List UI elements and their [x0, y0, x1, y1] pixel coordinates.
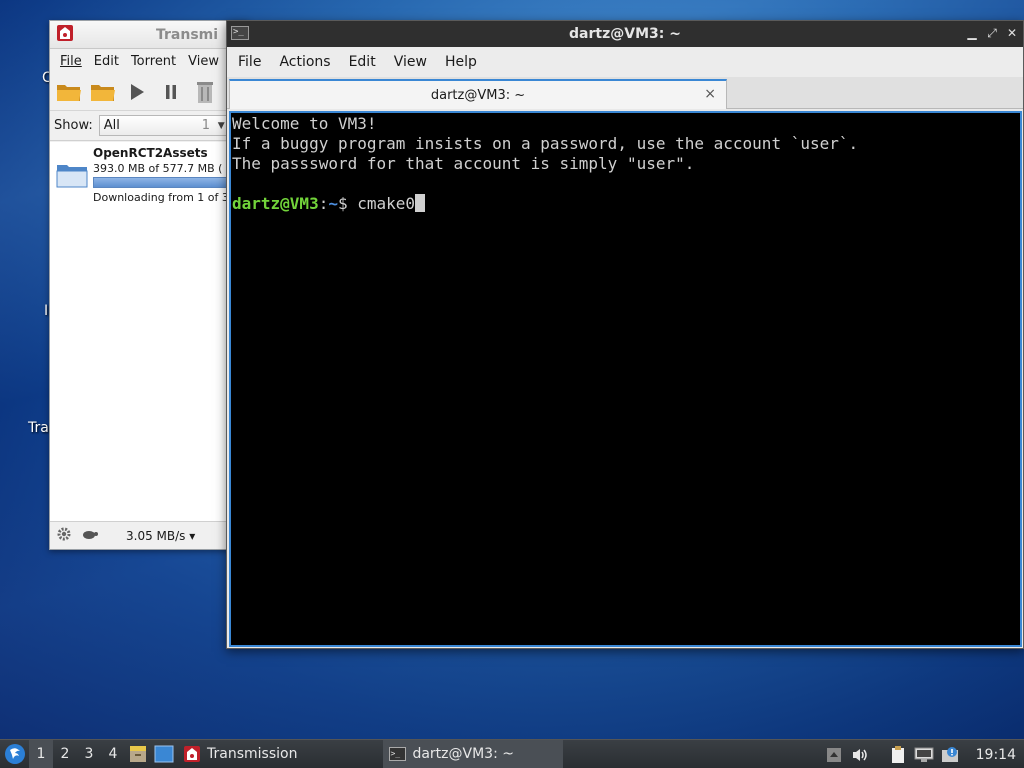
gear-icon[interactable] — [56, 526, 72, 545]
pause-button[interactable] — [158, 79, 184, 105]
update-notifier-icon[interactable] — [940, 745, 960, 765]
prompt-user-host: dartz@VM3 — [232, 194, 319, 213]
maximize-icon[interactable]: ⤢ — [985, 26, 999, 41]
transmission-app-icon — [56, 24, 74, 46]
output-line: The passsword for that account is simply… — [232, 154, 695, 173]
menu-file[interactable]: File — [229, 54, 270, 70]
tab-label: dartz@VM3: ~ — [430, 87, 526, 103]
torrent-size: 393.0 MB of 577.7 MB ( — [93, 162, 223, 175]
filter-count: 1 — [201, 118, 211, 133]
menu-view[interactable]: View — [385, 54, 436, 70]
workspace-1[interactable]: 1 — [29, 739, 53, 768]
chevron-down-icon: ▼ — [217, 120, 225, 131]
transmission-statusbar: 3.05 MB/s ▾ — [50, 521, 248, 549]
task-transmission[interactable]: Transmission — [177, 740, 303, 768]
file-cabinet-icon — [130, 746, 146, 762]
lxqt-logo-icon — [5, 744, 25, 764]
terminal-output[interactable]: Welcome to VM3! If a buggy program insis… — [229, 111, 1022, 647]
filter-select[interactable]: All 1 ▼ — [98, 115, 239, 136]
torrent-row[interactable]: OpenRCT2Assets 393.0 MB of 577.7 MB ( Do… — [50, 142, 248, 212]
prompt-colon: : — [318, 194, 329, 213]
transmission-menubar: File Edit Torrent View — [50, 49, 248, 73]
transmission-window: Transmi File Edit Torrent View Show: All… — [49, 20, 249, 550]
menu-edit[interactable]: Edit — [88, 54, 125, 69]
system-tray: 19:14 — [824, 740, 1024, 768]
folder-icon — [56, 165, 88, 188]
task-label: Transmission — [207, 746, 298, 762]
desktop-icon — [154, 745, 174, 763]
close-icon[interactable]: ✕ — [1005, 26, 1019, 41]
menu-view[interactable]: View — [182, 54, 225, 69]
transmission-titlebar[interactable]: Transmi — [50, 21, 248, 49]
clipboard-icon[interactable] — [888, 745, 908, 765]
command-input[interactable]: cmake0 — [357, 194, 415, 213]
desktop-icon-label[interactable]: Tra — [28, 420, 49, 436]
output-line: If a buggy program insists on a password… — [232, 134, 859, 153]
start-button[interactable] — [124, 79, 150, 105]
trash-icon — [197, 81, 213, 103]
torrent-name: OpenRCT2Assets — [93, 146, 208, 160]
window-title: Transmi — [156, 26, 219, 43]
pause-icon — [166, 84, 176, 99]
filter-label: Show: — [54, 118, 93, 133]
close-tab-icon[interactable]: × — [704, 86, 716, 102]
terminal-menubar: File Actions Edit View Help — [227, 47, 1023, 77]
network-icon[interactable] — [914, 745, 934, 765]
volume-icon[interactable] — [850, 745, 870, 765]
text-cursor — [415, 194, 426, 212]
speed-indicator[interactable]: 3.05 MB/s ▾ — [126, 529, 195, 543]
task-label: dartz@VM3: ~ — [412, 746, 514, 762]
remove-button[interactable] — [192, 79, 218, 105]
terminal-window: >_ dartz@VM3: ~ ▁ ⤢ ✕ File Actions Edit … — [226, 20, 1024, 649]
torrent-list: OpenRCT2Assets 393.0 MB of 577.7 MB ( Do… — [50, 142, 248, 521]
prompt-symbol: $ — [337, 194, 358, 213]
output-line: Welcome to VM3! — [232, 114, 377, 133]
turtle-icon[interactable] — [82, 528, 98, 543]
prompt-path: ~ — [328, 194, 338, 213]
menu-help[interactable]: Help — [436, 54, 486, 70]
transmission-icon — [184, 746, 200, 762]
clock[interactable]: 19:14 — [976, 747, 1016, 763]
terminal-icon: >_ — [389, 747, 407, 761]
menu-edit[interactable]: Edit — [340, 54, 385, 70]
torrent-status: Downloading from 1 of 3 — [93, 191, 229, 204]
file-manager-launcher[interactable] — [125, 740, 151, 768]
play-icon — [131, 83, 144, 100]
torrent-progress-fill — [94, 178, 229, 187]
filter-bar: Show: All 1 ▼ — [50, 111, 248, 141]
show-desktop-button[interactable] — [151, 740, 177, 768]
menu-file[interactable]: File — [54, 54, 88, 69]
minimize-icon[interactable]: ▁ — [965, 26, 979, 41]
open-url-button[interactable] — [90, 79, 116, 105]
workspace-4[interactable]: 4 — [101, 746, 125, 762]
terminal-titlebar[interactable]: >_ dartz@VM3: ~ ▁ ⤢ ✕ — [227, 21, 1023, 47]
taskbar: 1 2 3 4 Transmission >_ dartz@VM3: ~ 19:… — [0, 739, 1024, 768]
task-terminal[interactable]: >_ dartz@VM3: ~ — [383, 739, 564, 768]
open-torrent-button[interactable] — [56, 79, 82, 105]
prompt-line[interactable]: dartz@VM3:~$ cmake0 — [232, 194, 1019, 214]
tray-expand-icon[interactable] — [824, 745, 844, 765]
start-menu-button[interactable] — [1, 740, 29, 768]
window-title: dartz@VM3: ~ — [569, 26, 681, 42]
open-folder-icon — [57, 84, 81, 101]
menu-actions[interactable]: Actions — [270, 54, 339, 70]
terminal-tab-bar: dartz@VM3: ~ × — [227, 77, 1023, 109]
menu-torrent[interactable]: Torrent — [125, 54, 182, 69]
workspace-2[interactable]: 2 — [53, 746, 77, 762]
desktop-icon-label[interactable]: I — [44, 303, 48, 319]
terminal-tab[interactable]: dartz@VM3: ~ × — [229, 79, 727, 109]
transmission-toolbar — [50, 73, 248, 111]
workspace-3[interactable]: 3 — [77, 746, 101, 762]
filter-value: All — [103, 118, 120, 133]
open-folder-icon — [91, 84, 115, 101]
